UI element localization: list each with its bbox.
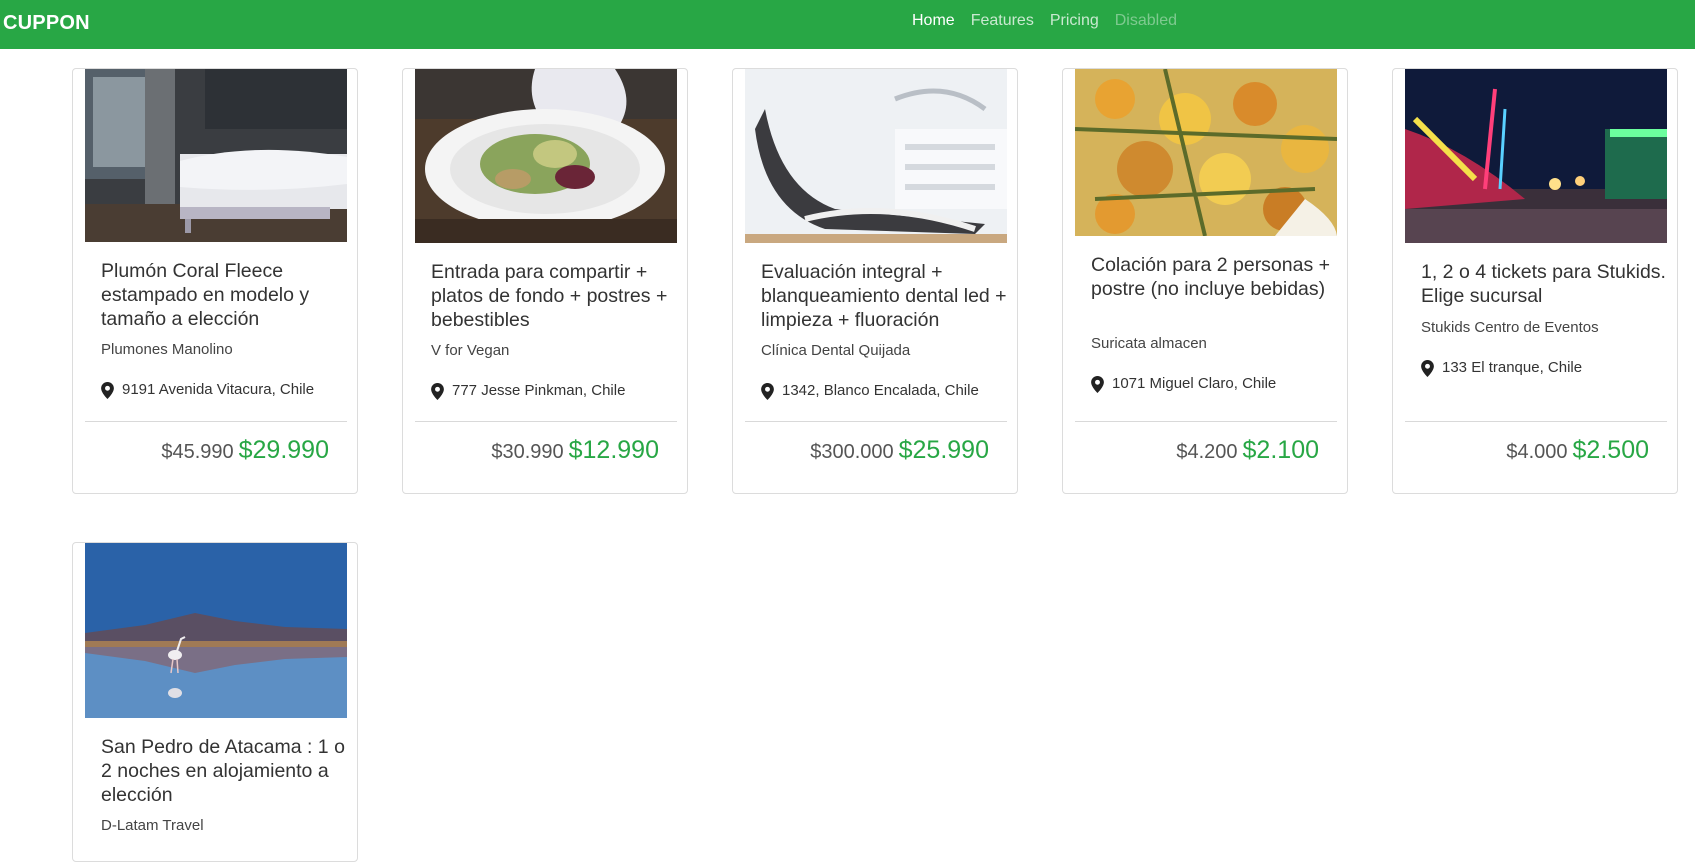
stew-dish-photo[interactable] <box>1075 69 1337 236</box>
deal-price: $4.200 $2.100 <box>1176 436 1319 465</box>
discount-price: $25.990 <box>898 436 989 464</box>
original-price: $4.000 <box>1506 441 1568 463</box>
deal-title[interactable]: Entrada para compartir + platos de fondo… <box>431 260 679 332</box>
deal-address: 777 Jesse Pinkman, Chile <box>431 382 679 400</box>
card-divider <box>1405 421 1667 422</box>
discount-price: $2.500 <box>1572 436 1649 464</box>
card-divider <box>1075 421 1337 422</box>
nav-disabled: Disabled <box>1114 12 1177 29</box>
deal-address: 133 El tranque, Chile <box>1421 359 1669 377</box>
deal-title[interactable]: San Pedro de Atacama : 1 o 2 noches en a… <box>101 735 349 807</box>
dental-chair-photo[interactable] <box>745 69 1007 243</box>
deal-address: 9191 Avenida Vitacura, Chile <box>101 381 349 399</box>
deal-address-text: 1342, Blanco Encalada, Chile <box>782 382 979 399</box>
deal-title[interactable]: 1, 2 o 4 tickets para Stukids. Elige suc… <box>1421 260 1669 308</box>
card-divider <box>415 421 677 422</box>
deal-price: $45.990 $29.990 <box>161 436 329 465</box>
deal-merchant: Plumones Manolino <box>101 341 233 358</box>
card-divider <box>745 421 1007 422</box>
nav-home[interactable]: Home <box>912 12 955 30</box>
deal-address-text: 9191 Avenida Vitacura, Chile <box>122 381 315 398</box>
discount-price: $29.990 <box>238 436 329 464</box>
deal-title[interactable]: Evaluación integral + blanqueamiento den… <box>761 260 1009 332</box>
deal-price: $30.990 $12.990 <box>491 436 659 465</box>
brand-logo[interactable]: CUPPON <box>3 12 90 35</box>
deal-price: $4.000 $2.500 <box>1506 436 1649 465</box>
deal-merchant: D-Latam Travel <box>101 817 204 834</box>
fairground-photo[interactable] <box>1405 69 1667 243</box>
nav-links: Home Features Pricing Disabled <box>912 12 1193 30</box>
location-pin-icon <box>1091 375 1104 393</box>
deal-merchant: Suricata almacen <box>1091 335 1207 352</box>
discount-price: $2.100 <box>1242 436 1319 464</box>
deal-address-text: 133 El tranque, Chile <box>1442 359 1583 376</box>
bedroom-photo[interactable] <box>85 69 347 242</box>
location-pin-icon <box>1421 359 1434 377</box>
deal-address: 1071 Miguel Claro, Chile <box>1091 375 1339 393</box>
navbar: CUPPON Home Features Pricing Disabled <box>0 0 1695 49</box>
deal-address-text: 777 Jesse Pinkman, Chile <box>452 382 626 399</box>
deal-card[interactable]: San Pedro de Atacama : 1 o 2 noches en a… <box>72 542 358 862</box>
deal-price: $300.000 $25.990 <box>810 436 989 465</box>
nav-features[interactable]: Features <box>971 12 1034 30</box>
location-pin-icon <box>101 381 114 399</box>
deal-merchant: V for Vegan <box>431 342 510 359</box>
discount-price: $12.990 <box>568 436 659 464</box>
deal-merchant: Clínica Dental Quijada <box>761 342 911 359</box>
deal-card[interactable]: 1, 2 o 4 tickets para Stukids. Elige suc… <box>1392 68 1678 494</box>
nav-pricing[interactable]: Pricing <box>1050 12 1099 30</box>
location-pin-icon <box>431 382 444 400</box>
deal-title[interactable]: Colación para 2 personas + postre (no in… <box>1091 253 1339 301</box>
deal-card[interactable]: Entrada para compartir + platos de fondo… <box>402 68 688 494</box>
salad-plate-photo[interactable] <box>415 69 677 243</box>
deal-card[interactable]: Plumón Coral Fleece estampado en modelo … <box>72 68 358 494</box>
original-price: $30.990 <box>491 441 564 463</box>
original-price: $4.200 <box>1176 441 1238 463</box>
deal-card[interactable]: Colación para 2 personas + postre (no in… <box>1062 68 1348 494</box>
card-divider <box>85 421 347 422</box>
salt-flat-flamingo-photo[interactable] <box>85 543 347 718</box>
deal-merchant: Stukids Centro de Eventos <box>1421 319 1599 336</box>
original-price: $45.990 <box>161 441 234 463</box>
original-price: $300.000 <box>810 441 894 463</box>
deal-title[interactable]: Plumón Coral Fleece estampado en modelo … <box>101 259 349 331</box>
location-pin-icon <box>761 382 774 400</box>
deal-address: 1342, Blanco Encalada, Chile <box>761 382 1009 400</box>
deal-card[interactable]: Evaluación integral + blanqueamiento den… <box>732 68 1018 494</box>
deal-address-text: 1071 Miguel Claro, Chile <box>1112 375 1277 392</box>
